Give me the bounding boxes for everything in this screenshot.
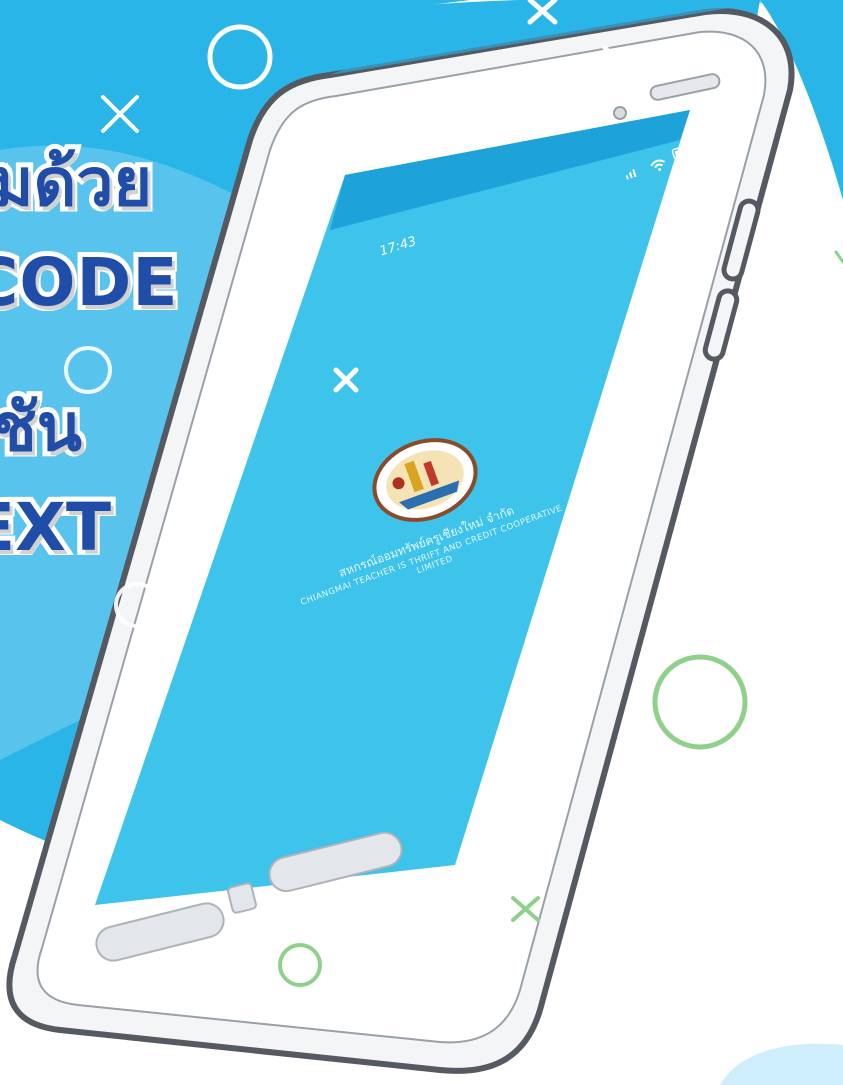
circle-decoration-icon bbox=[652, 654, 748, 750]
headline-line-1: มด้วย bbox=[0, 144, 157, 221]
home-button[interactable] bbox=[227, 882, 257, 914]
headline-line-2: CODE bbox=[0, 244, 182, 321]
headline-line-3: ชัน bbox=[0, 389, 87, 466]
faint-blue-shape bbox=[720, 1043, 843, 1085]
phone-front-camera bbox=[613, 106, 627, 120]
cross-decoration-icon bbox=[834, 250, 843, 264]
headline-line-4: EXT bbox=[0, 489, 116, 566]
